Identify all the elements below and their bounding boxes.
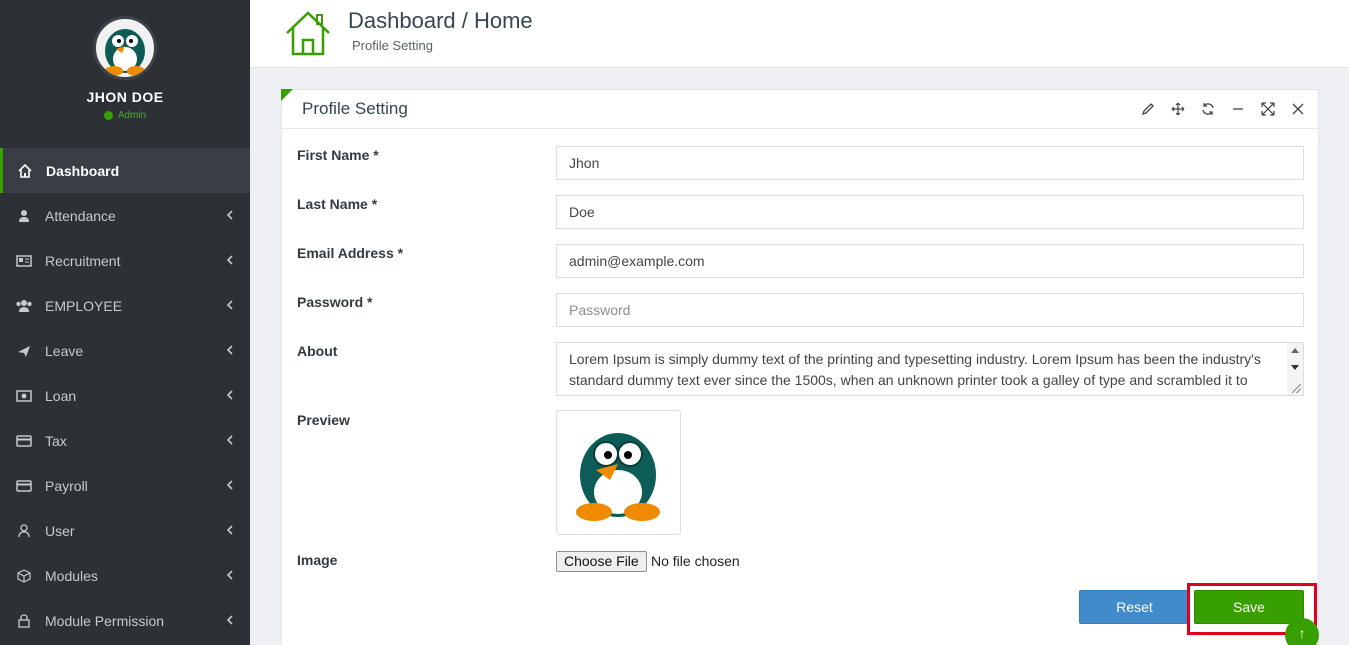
sidebar-item-leave[interactable]: Leave (0, 328, 250, 373)
sidebar-item-loan[interactable]: Loan (0, 373, 250, 418)
sidebar-item-payroll[interactable]: Payroll (0, 463, 250, 508)
panel-toolbar (1140, 101, 1306, 117)
scroll-up-icon[interactable] (1291, 348, 1299, 353)
home-icon (284, 9, 332, 62)
sidebar-item-label: Attendance (45, 207, 116, 224)
sidebar-item-label: Tax (45, 432, 67, 449)
avatar[interactable] (93, 16, 157, 80)
user-role-label: Admin (117, 110, 147, 121)
sidebar-item-recruitment[interactable]: Recruitment (0, 238, 250, 283)
chevron-left-icon (226, 298, 234, 314)
sidebar-item-user[interactable]: User (0, 508, 250, 553)
scroll-down-icon[interactable] (1291, 365, 1299, 370)
about-text: Lorem Ipsum is simply dummy text of the … (569, 351, 1261, 395)
textarea-scrollbar[interactable] (1287, 343, 1303, 395)
reset-button[interactable]: Reset (1079, 590, 1190, 624)
breadcrumb: Profile Setting (352, 38, 433, 53)
cube-icon (15, 567, 33, 585)
email-label: Email Address * (297, 245, 404, 261)
file-status: No file chosen (651, 553, 740, 569)
expand-icon[interactable] (1260, 101, 1276, 117)
sidebar-item-attendance[interactable]: Attendance (0, 193, 250, 238)
sidebar-item-label: Loan (45, 387, 77, 404)
close-icon[interactable] (1290, 101, 1306, 117)
choose-file-button[interactable]: Choose File (556, 551, 647, 572)
page-header: Dashboard / Home Profile Setting (250, 0, 1349, 68)
image-label: Image (297, 552, 338, 568)
resize-grip-icon[interactable] (1292, 384, 1301, 393)
panel-title: Profile Setting (302, 99, 408, 118)
sidebar-item-label: EMPLOYEE (45, 297, 123, 314)
password-label: Password * (297, 294, 373, 310)
sidebar-item-label: Leave (45, 342, 84, 359)
chevron-left-icon (226, 433, 234, 449)
about-label: About (297, 343, 338, 359)
lock-icon (15, 612, 33, 630)
sidebar-menu: Dashboard Attendance Recruitment EMPLOYE… (0, 148, 250, 643)
sidebar-item-label: Module Permission (45, 612, 165, 629)
sidebar-item-employee[interactable]: EMPLOYEE (0, 283, 250, 328)
chevron-left-icon (226, 523, 234, 539)
user-icon (15, 207, 33, 225)
last-name-label: Last Name * (297, 196, 378, 212)
home-icon (16, 162, 34, 180)
sidebar-item-modules[interactable]: Modules (0, 553, 250, 598)
users-icon (15, 297, 33, 315)
email-field[interactable]: admin@example.com (556, 244, 1304, 278)
chevron-left-icon (226, 208, 234, 224)
chevron-left-icon (226, 343, 234, 359)
plane-icon (15, 342, 33, 360)
sidebar-item-label: Payroll (45, 477, 88, 494)
user-profile: JHON DOE Admin (0, 0, 250, 148)
card-icon (15, 477, 33, 495)
sidebar-item-dashboard[interactable]: Dashboard (0, 148, 250, 193)
newspaper-icon (15, 252, 33, 270)
user-outline-icon (15, 522, 33, 540)
preview-label: Preview (297, 412, 350, 428)
edit-icon[interactable] (1140, 101, 1156, 117)
sidebar-item-label: Recruitment (45, 252, 121, 269)
profile-panel: Profile Setting First Name * Jhon Last N… (281, 89, 1319, 645)
sidebar-item-module-permission[interactable]: Module Permission (0, 598, 250, 643)
user-name: JHON DOE (86, 89, 164, 105)
sidebar-item-label: User (45, 522, 75, 539)
sidebar-item-label: Dashboard (46, 162, 120, 179)
chevron-left-icon (226, 613, 234, 629)
preview-image (556, 410, 681, 535)
sidebar-item-tax[interactable]: Tax (0, 418, 250, 463)
refresh-icon[interactable] (1200, 101, 1216, 117)
about-textarea[interactable]: Lorem Ipsum is simply dummy text of the … (556, 342, 1304, 396)
sidebar: JHON DOE Admin Dashboard Attendance Recr… (0, 0, 250, 645)
chevron-left-icon (226, 388, 234, 404)
last-name-field[interactable]: Doe (556, 195, 1304, 229)
sidebar-item-label: Modules (45, 567, 98, 584)
online-status-icon (103, 111, 113, 120)
money-icon (15, 387, 33, 405)
move-icon[interactable] (1170, 101, 1186, 117)
password-field[interactable]: Password (556, 293, 1304, 327)
chevron-left-icon (226, 478, 234, 494)
penguin-avatar-icon (576, 433, 660, 521)
chevron-left-icon (226, 568, 234, 584)
first-name-label: First Name * (297, 147, 379, 163)
page-title: Dashboard / Home (348, 8, 533, 33)
user-role: Admin (0, 110, 250, 121)
scroll-top-button[interactable]: ↑ (1285, 618, 1319, 645)
panel-header: Profile Setting (282, 90, 1318, 129)
chevron-left-icon (226, 253, 234, 269)
first-name-field[interactable]: Jhon (556, 146, 1304, 180)
card-icon (15, 432, 33, 450)
minimize-icon[interactable] (1230, 101, 1246, 117)
